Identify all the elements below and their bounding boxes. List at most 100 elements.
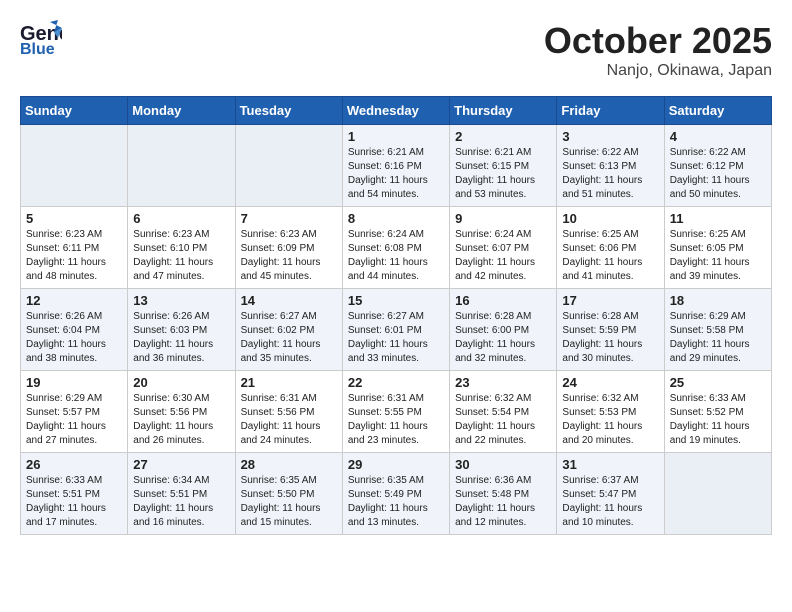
calendar-day-cell: 24 Sunrise: 6:32 AMSunset: 5:53 PMDayligh… [557, 371, 664, 453]
title-block: October 2025 Nanjo, Okinawa, Japan [544, 20, 772, 80]
day-of-week-header: Monday [128, 97, 235, 125]
day-of-week-header: Thursday [450, 97, 557, 125]
calendar-day-cell: 13 Sunrise: 6:26 AMSunset: 6:03 PMDayligh… [128, 289, 235, 371]
location: Nanjo, Okinawa, Japan [544, 62, 772, 80]
day-info: Sunrise: 6:24 AMSunset: 6:08 PMDaylight:… [348, 228, 444, 284]
calendar-day-cell: 6 Sunrise: 6:23 AMSunset: 6:10 PMDaylight… [128, 207, 235, 289]
calendar-day-cell [128, 125, 235, 207]
calendar-day-cell: 29 Sunrise: 6:35 AMSunset: 5:49 PMDayligh… [342, 453, 449, 535]
day-info: Sunrise: 6:31 AMSunset: 5:55 PMDaylight:… [348, 392, 444, 448]
day-info: Sunrise: 6:23 AMSunset: 6:10 PMDaylight:… [133, 228, 229, 284]
day-of-week-header: Sunday [21, 97, 128, 125]
calendar-day-cell: 30 Sunrise: 6:36 AMSunset: 5:48 PMDayligh… [450, 453, 557, 535]
calendar-day-cell: 21 Sunrise: 6:31 AMSunset: 5:56 PMDayligh… [235, 371, 342, 453]
day-number: 21 [241, 375, 337, 390]
day-number: 8 [348, 211, 444, 226]
day-info: Sunrise: 6:35 AMSunset: 5:49 PMDaylight:… [348, 474, 444, 530]
day-info: Sunrise: 6:23 AMSunset: 6:09 PMDaylight:… [241, 228, 337, 284]
calendar-day-cell: 15Sunrise: 6:27 AMSunset: 6:01 PMDayligh… [342, 289, 449, 371]
calendar-day-cell: 20 Sunrise: 6:30 AMSunset: 5:56 PMDayligh… [128, 371, 235, 453]
day-number: 12 [26, 293, 122, 308]
day-number: 11 [670, 211, 766, 226]
calendar-table: SundayMondayTuesdayWednesdayThursdayFrid… [20, 96, 772, 535]
day-of-week-header: Tuesday [235, 97, 342, 125]
day-info: Sunrise: 6:27 AMSunset: 6:02 PMDaylight:… [241, 310, 337, 366]
calendar-day-cell [664, 453, 771, 535]
logo-icon: General Blue [20, 20, 62, 56]
logo: General Blue [20, 20, 62, 56]
day-info: Sunrise: 6:31 AMSunset: 5:56 PMDaylight:… [241, 392, 337, 448]
day-number: 24 [562, 375, 658, 390]
day-number: 26 [26, 457, 122, 472]
calendar-day-cell: 3 Sunrise: 6:22 AMSunset: 6:13 PMDaylight… [557, 125, 664, 207]
day-number: 3 [562, 129, 658, 144]
calendar-day-cell: 19Sunrise: 6:29 AMSunset: 5:57 PMDayligh… [21, 371, 128, 453]
day-info: Sunrise: 6:36 AMSunset: 5:48 PMDaylight:… [455, 474, 551, 530]
day-number: 6 [133, 211, 229, 226]
calendar-day-cell: 23Sunrise: 6:32 AMSunset: 5:54 PMDayligh… [450, 371, 557, 453]
day-info: Sunrise: 6:27 AMSunset: 6:01 PMDaylight:… [348, 310, 444, 366]
month-title: October 2025 [544, 20, 772, 62]
day-info: Sunrise: 6:29 AMSunset: 5:57 PMDaylight:… [26, 392, 122, 448]
day-number: 9 [455, 211, 551, 226]
day-number: 7 [241, 211, 337, 226]
day-number: 14 [241, 293, 337, 308]
calendar-day-cell: 2 Sunrise: 6:21 AMSunset: 6:15 PMDaylight… [450, 125, 557, 207]
page-header: General Blue October 2025 Nanjo, Okinawa… [20, 20, 772, 80]
day-info: Sunrise: 6:30 AMSunset: 5:56 PMDaylight:… [133, 392, 229, 448]
calendar-day-cell: 10 Sunrise: 6:25 AMSunset: 6:06 PMDayligh… [557, 207, 664, 289]
day-info: Sunrise: 6:21 AMSunset: 6:15 PMDaylight:… [455, 146, 551, 202]
calendar-week-row: 19Sunrise: 6:29 AMSunset: 5:57 PMDayligh… [21, 371, 772, 453]
day-info: Sunrise: 6:22 AMSunset: 6:12 PMDaylight:… [670, 146, 766, 202]
calendar-day-cell: 17Sunrise: 6:28 AMSunset: 5:59 PMDayligh… [557, 289, 664, 371]
day-info: Sunrise: 6:24 AMSunset: 6:07 PMDaylight:… [455, 228, 551, 284]
day-of-week-header: Saturday [664, 97, 771, 125]
calendar-day-cell: 26 Sunrise: 6:33 AMSunset: 5:51 PMDayligh… [21, 453, 128, 535]
day-info: Sunrise: 6:37 AMSunset: 5:47 PMDaylight:… [562, 474, 658, 530]
day-number: 16 [455, 293, 551, 308]
calendar-day-cell: 11Sunrise: 6:25 AMSunset: 6:05 PMDayligh… [664, 207, 771, 289]
calendar-week-row: 1Sunrise: 6:21 AMSunset: 6:16 PMDaylight… [21, 125, 772, 207]
day-number: 4 [670, 129, 766, 144]
calendar-week-row: 5 Sunrise: 6:23 AMSunset: 6:11 PMDaylight… [21, 207, 772, 289]
header-row: SundayMondayTuesdayWednesdayThursdayFrid… [21, 97, 772, 125]
calendar-day-cell: 5 Sunrise: 6:23 AMSunset: 6:11 PMDaylight… [21, 207, 128, 289]
calendar-day-cell: 31 Sunrise: 6:37 AMSunset: 5:47 PMDayligh… [557, 453, 664, 535]
calendar-day-cell: 16 Sunrise: 6:28 AMSunset: 6:00 PMDayligh… [450, 289, 557, 371]
day-number: 2 [455, 129, 551, 144]
calendar-day-cell: 7 Sunrise: 6:23 AMSunset: 6:09 PMDaylight… [235, 207, 342, 289]
calendar-week-row: 12Sunrise: 6:26 AMSunset: 6:04 PMDayligh… [21, 289, 772, 371]
calendar-day-cell: 4 Sunrise: 6:22 AMSunset: 6:12 PMDaylight… [664, 125, 771, 207]
day-info: Sunrise: 6:23 AMSunset: 6:11 PMDaylight:… [26, 228, 122, 284]
day-info: Sunrise: 6:33 AMSunset: 5:52 PMDaylight:… [670, 392, 766, 448]
day-number: 31 [562, 457, 658, 472]
day-number: 27 [133, 457, 229, 472]
day-number: 22 [348, 375, 444, 390]
calendar-day-cell: 12Sunrise: 6:26 AMSunset: 6:04 PMDayligh… [21, 289, 128, 371]
calendar-day-cell: 1Sunrise: 6:21 AMSunset: 6:16 PMDaylight… [342, 125, 449, 207]
calendar-day-cell [21, 125, 128, 207]
svg-text:Blue: Blue [20, 41, 55, 56]
day-info: Sunrise: 6:33 AMSunset: 5:51 PMDaylight:… [26, 474, 122, 530]
calendar-day-cell [235, 125, 342, 207]
day-number: 28 [241, 457, 337, 472]
day-info: Sunrise: 6:22 AMSunset: 6:13 PMDaylight:… [562, 146, 658, 202]
day-info: Sunrise: 6:32 AMSunset: 5:53 PMDaylight:… [562, 392, 658, 448]
day-number: 20 [133, 375, 229, 390]
day-number: 29 [348, 457, 444, 472]
day-info: Sunrise: 6:28 AMSunset: 6:00 PMDaylight:… [455, 310, 551, 366]
day-info: Sunrise: 6:29 AMSunset: 5:58 PMDaylight:… [670, 310, 766, 366]
calendar-day-cell: 27Sunrise: 6:34 AMSunset: 5:51 PMDayligh… [128, 453, 235, 535]
calendar-day-cell: 8 Sunrise: 6:24 AMSunset: 6:08 PMDaylight… [342, 207, 449, 289]
day-info: Sunrise: 6:25 AMSunset: 6:06 PMDaylight:… [562, 228, 658, 284]
day-info: Sunrise: 6:26 AMSunset: 6:03 PMDaylight:… [133, 310, 229, 366]
day-number: 18 [670, 293, 766, 308]
day-number: 13 [133, 293, 229, 308]
calendar-day-cell: 25Sunrise: 6:33 AMSunset: 5:52 PMDayligh… [664, 371, 771, 453]
day-number: 30 [455, 457, 551, 472]
day-number: 10 [562, 211, 658, 226]
day-info: Sunrise: 6:21 AMSunset: 6:16 PMDaylight:… [348, 146, 444, 202]
day-info: Sunrise: 6:35 AMSunset: 5:50 PMDaylight:… [241, 474, 337, 530]
calendar-day-cell: 14 Sunrise: 6:27 AMSunset: 6:02 PMDayligh… [235, 289, 342, 371]
day-number: 5 [26, 211, 122, 226]
